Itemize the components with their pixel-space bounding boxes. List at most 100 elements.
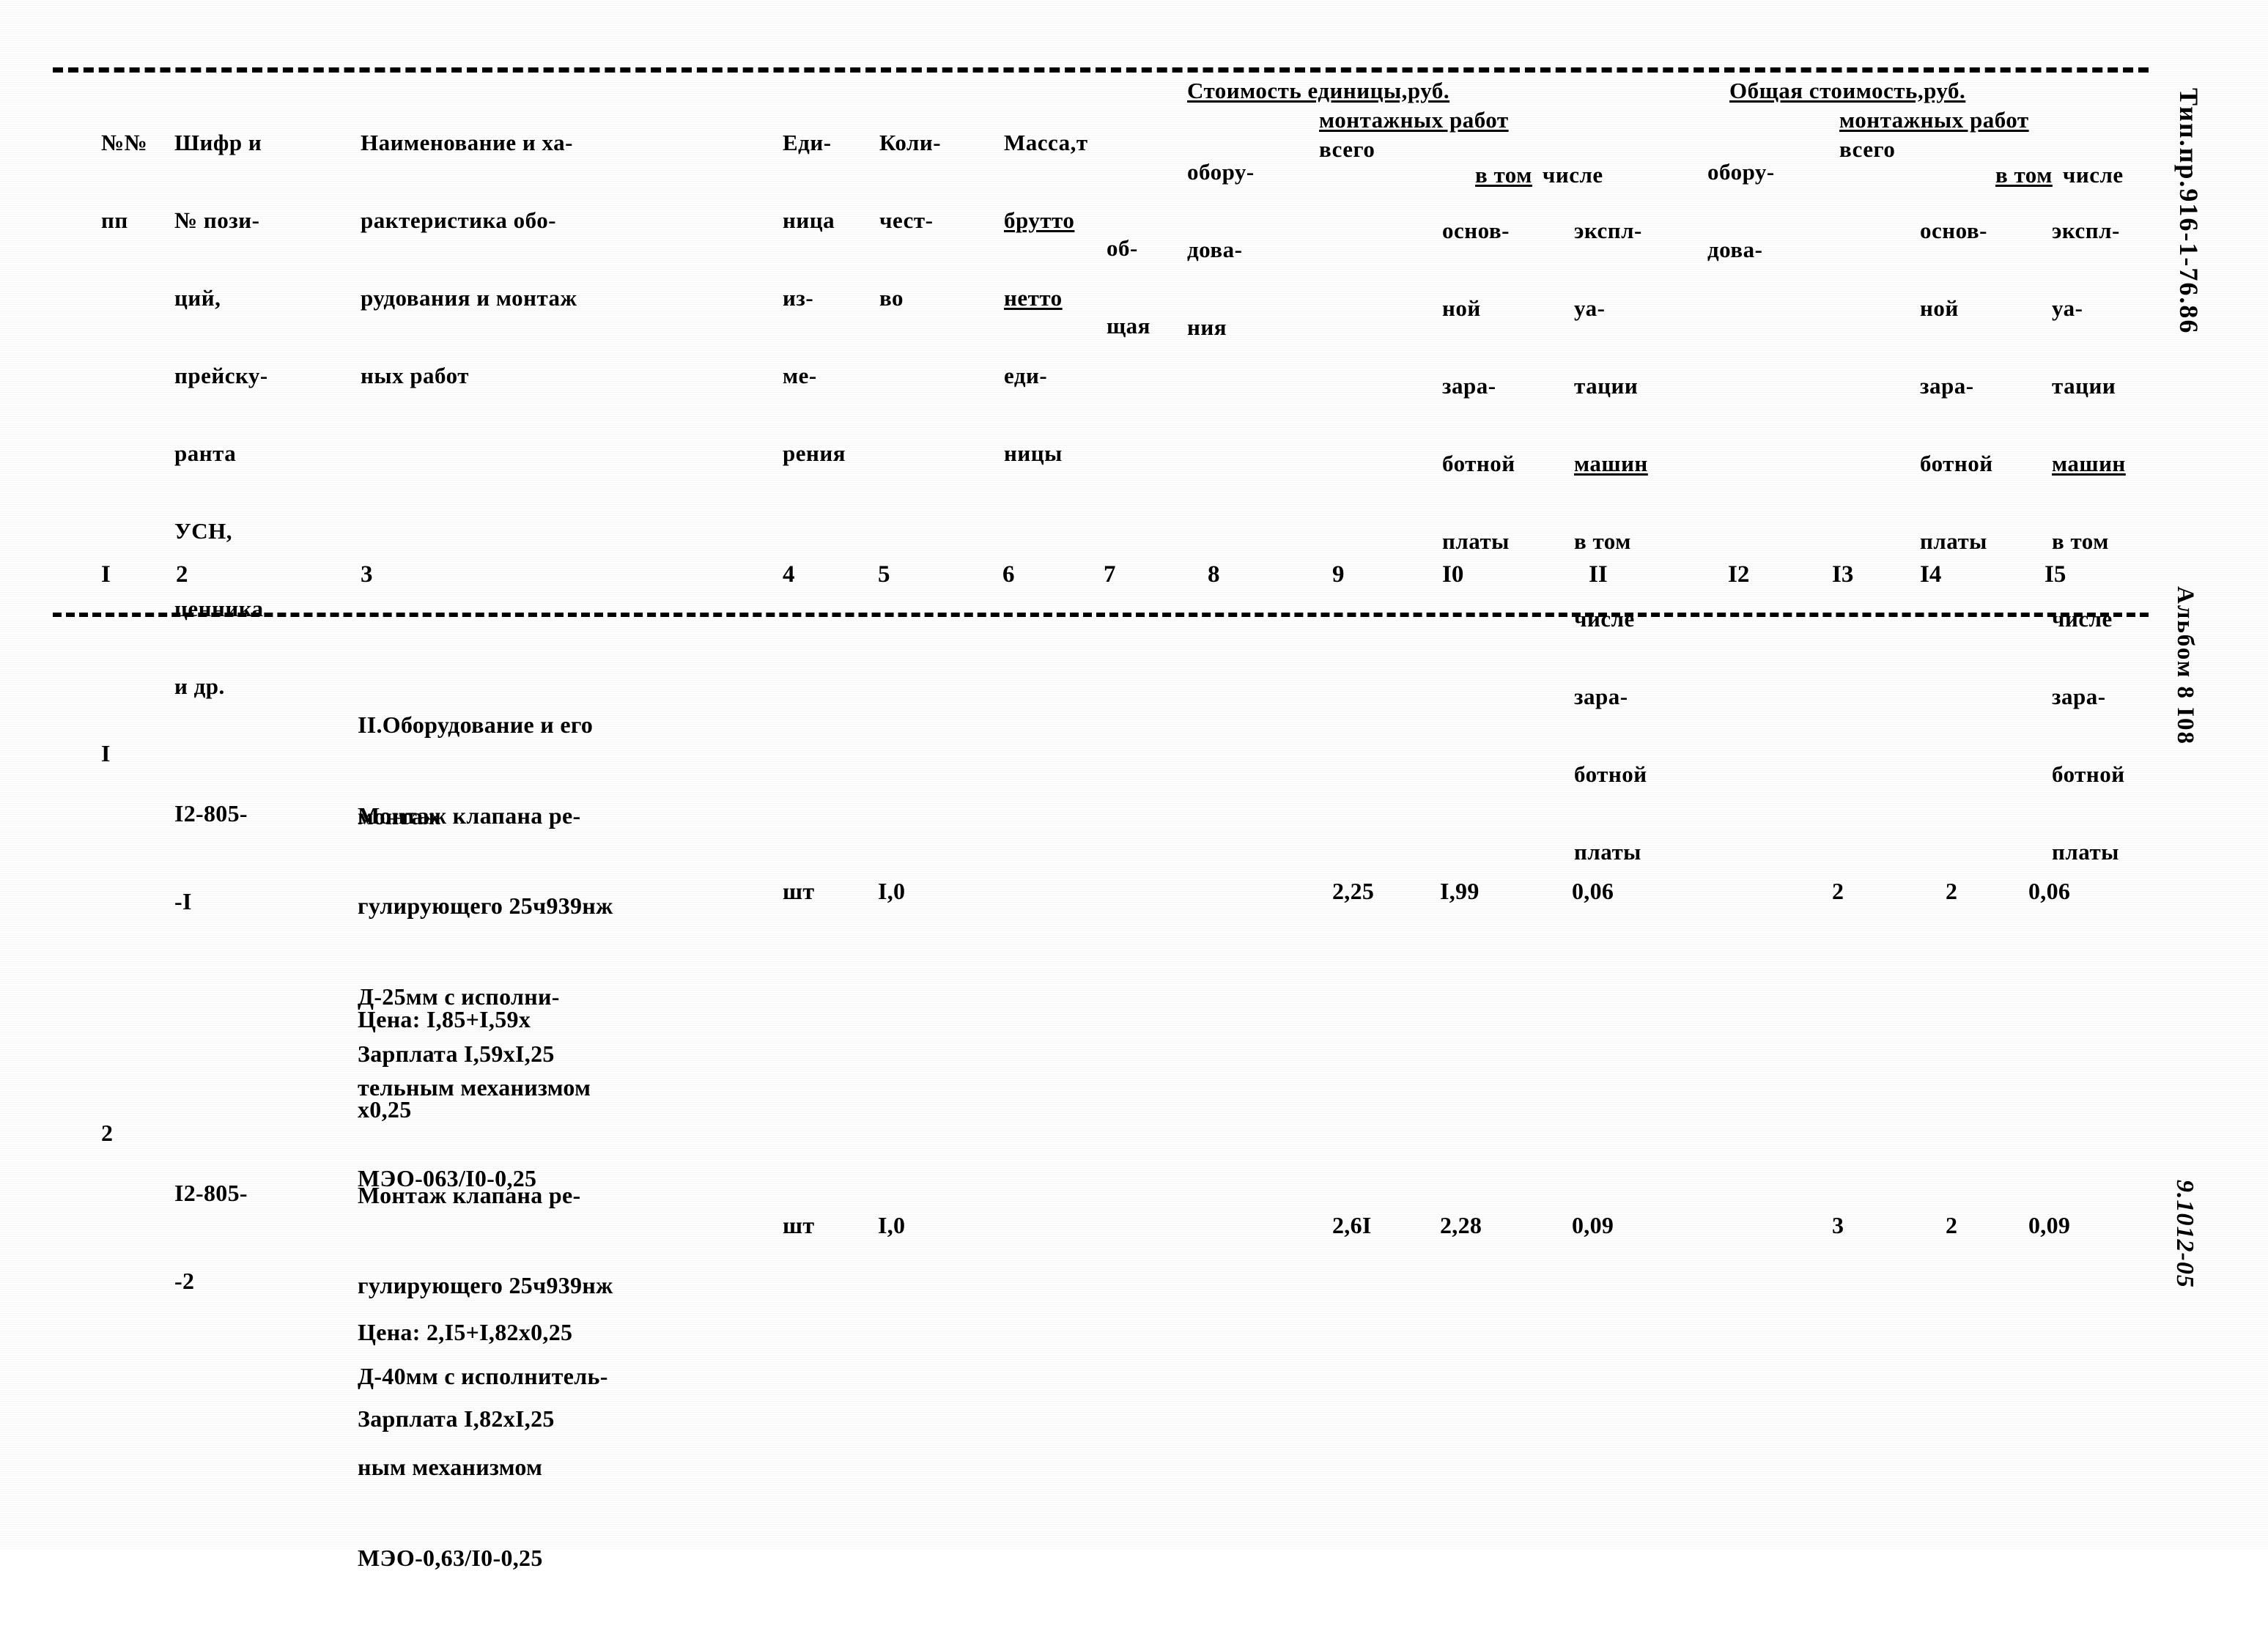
header-line: Масса,т bbox=[1004, 129, 1088, 155]
header-line: зара- bbox=[1442, 372, 1496, 399]
table-row-2-total-install-machine: 0,09 bbox=[2028, 1212, 2071, 1238]
description-line: Монтаж клапана ре- bbox=[358, 1181, 581, 1208]
table-row-1-note-wage: Зарплата I,59хI,25 bbox=[358, 1040, 555, 1067]
header-line: еди- bbox=[1004, 362, 1048, 388]
column-number-rule bbox=[53, 613, 2149, 617]
header-col-11: экспл- уа- тации машин в том числе зара-… bbox=[1574, 166, 1648, 917]
column-number-11: II bbox=[1589, 561, 1608, 588]
header-col-2: Шифр и № пози- ций, прейску- ранта УСН, … bbox=[174, 78, 268, 751]
column-number-6: 6 bbox=[1002, 561, 1015, 588]
header-line: тации bbox=[2052, 372, 2116, 399]
header-line: экспл- bbox=[2052, 217, 2120, 243]
column-number-4: 4 bbox=[783, 561, 795, 588]
header-line: ботной bbox=[1442, 450, 1515, 476]
description-line: МЭО-0,63/I0-0,25 bbox=[358, 1544, 543, 1571]
description-line: гулирующего 25ч939нж bbox=[358, 892, 613, 920]
header-line-brutto: брутто bbox=[1004, 207, 1075, 233]
header-col-15: экспл- уа- тации машин в том числе зара-… bbox=[2052, 166, 2126, 917]
header-line: основ- bbox=[1920, 217, 1987, 243]
column-number-8: 8 bbox=[1208, 561, 1220, 588]
header-line: уа- bbox=[2052, 295, 2083, 321]
header-line-machines: машин bbox=[1574, 450, 1648, 476]
header-line: платы bbox=[1920, 528, 1987, 554]
column-number-13: I3 bbox=[1832, 561, 1854, 588]
table-row-1-code: I2-805- -I bbox=[174, 740, 248, 975]
header-line: ций, bbox=[174, 284, 221, 311]
table-row-2-unit: шт bbox=[783, 1212, 815, 1238]
table-row-1-total-install-machine: 0,06 bbox=[2028, 878, 2071, 904]
table-row-1-total-install-wage: 2 bbox=[1946, 878, 1958, 904]
margin-project-code: Тип.пр.916-1-76.86 bbox=[2174, 88, 2204, 335]
table-row-1-no: I bbox=[101, 740, 111, 766]
header-line: ценника bbox=[174, 595, 264, 621]
column-number-1: I bbox=[101, 561, 111, 588]
table-row-1-qty: I,0 bbox=[878, 878, 906, 904]
document-page: №№ пп Шифр и № пози- ций, прейску- ранта… bbox=[0, 0, 2268, 1571]
table-row-2-no: 2 bbox=[101, 1120, 114, 1146]
table-row-2-unit-install-total: 2,6I bbox=[1332, 1212, 1372, 1238]
description-line: Д-40мм с исполнитель- bbox=[358, 1363, 608, 1390]
margin-album: Альбом 8 I08 bbox=[2172, 586, 2198, 746]
header-line: Коли- bbox=[879, 129, 942, 155]
header-line: в том bbox=[1574, 528, 1631, 554]
header-line: ница bbox=[783, 207, 835, 233]
header-line: основ- bbox=[1442, 217, 1510, 243]
code-line: -2 bbox=[174, 1268, 195, 1294]
note-line: Цена: I,85+I,59х bbox=[358, 1005, 531, 1032]
header-line: пп bbox=[101, 207, 128, 233]
table-row-2-qty: I,0 bbox=[878, 1212, 906, 1238]
header-line: дова- bbox=[1707, 236, 1763, 262]
header-line: платы bbox=[1442, 528, 1510, 554]
table-row-2-note-wage: Зарплата I,82хI,25 bbox=[358, 1405, 555, 1432]
header-col-1: №№ пп bbox=[101, 78, 147, 285]
header-line: ницы bbox=[1004, 440, 1063, 466]
header-col-6: Масса,т брутто нетто еди- ницы bbox=[1004, 78, 1088, 518]
header-col-9: всего bbox=[1319, 136, 1375, 162]
header-col-4: Еди- ница из- ме- рения bbox=[783, 78, 846, 518]
header-line: щая bbox=[1107, 312, 1150, 339]
section-title-line: II.Оборудование и его bbox=[358, 711, 594, 739]
column-number-5: 5 bbox=[878, 561, 890, 588]
header-top-rule bbox=[53, 67, 2149, 73]
header-line: чест- bbox=[879, 207, 934, 233]
description-line: Монтаж клапана ре- bbox=[358, 802, 581, 829]
header-col-10: основ- ной зара- ботной платы bbox=[1442, 166, 1515, 606]
header-col-8: обору- дова- ния bbox=[1187, 107, 1255, 392]
column-number-14: I4 bbox=[1920, 561, 1942, 588]
column-number-7: 7 bbox=[1104, 561, 1116, 588]
header-line: ранта bbox=[174, 440, 237, 466]
table-row-2-total-install-wage: 2 bbox=[1946, 1212, 1958, 1238]
table-row-2-unit-install-machine: 0,09 bbox=[1572, 1212, 1614, 1238]
header-line: ных работ bbox=[361, 362, 469, 388]
header-line: ной bbox=[1920, 295, 1959, 321]
header-line: № пози- bbox=[174, 207, 260, 233]
column-number-3: 3 bbox=[361, 561, 373, 588]
header-line: из- bbox=[783, 284, 814, 311]
code-line: I2-805- bbox=[174, 800, 248, 827]
column-number-2: 2 bbox=[176, 561, 188, 588]
margin-handwritten-code: 9.1012-05 bbox=[2171, 1180, 2198, 1288]
table-row-2-unit-install-wage: 2,28 bbox=[1440, 1212, 1482, 1238]
header-line-netto: нетто bbox=[1004, 284, 1063, 311]
header-line: ния bbox=[1187, 314, 1227, 340]
table-row-1-unit-install-wage: I,99 bbox=[1440, 878, 1480, 904]
header-line: Наименование и ха- bbox=[361, 129, 573, 155]
header-line: дова- bbox=[1187, 236, 1243, 262]
header-line: Еди- bbox=[783, 129, 832, 155]
table-row-2-total-install-total: 3 bbox=[1832, 1212, 1844, 1238]
header-line: числе bbox=[2052, 605, 2113, 632]
header-line: обору- bbox=[1187, 158, 1255, 185]
header-line: №№ bbox=[101, 129, 148, 155]
table-row-2-code: I2-805- -2 bbox=[174, 1120, 248, 1354]
header-col-3: Наименование и ха- рактеристика обо- руд… bbox=[361, 78, 577, 440]
column-number-10: I0 bbox=[1442, 561, 1464, 588]
column-number-12: I2 bbox=[1728, 561, 1750, 588]
column-number-15: I5 bbox=[2044, 561, 2066, 588]
header-group-unit-cost: Стоимость единицы,руб. bbox=[1187, 78, 1450, 103]
header-line: ботной bbox=[1574, 761, 1647, 787]
header-line: Шифр и bbox=[174, 129, 262, 155]
header-col-13: всего bbox=[1839, 136, 1896, 162]
header-col-12: обору- дова- bbox=[1707, 107, 1775, 314]
header-line: ботной bbox=[2052, 761, 2125, 787]
header-line: числе bbox=[1574, 605, 1635, 632]
